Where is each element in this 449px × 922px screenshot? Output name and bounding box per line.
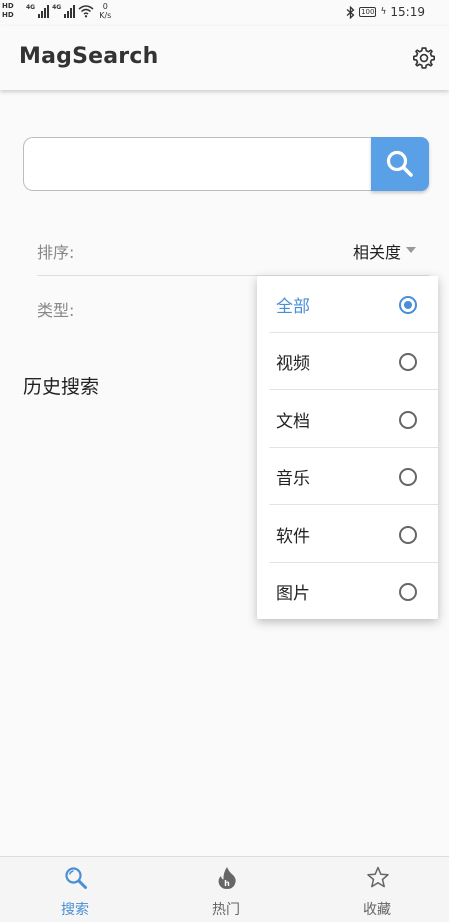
type-option-image[interactable]: 图片 <box>257 563 438 620</box>
status-left: 4G 4G 0 K/s <box>26 2 111 20</box>
option-label: 文档 <box>276 412 310 432</box>
caret-down-icon <box>406 246 416 253</box>
app-bar: MagSearch <box>0 26 449 90</box>
app-title: MagSearch <box>19 44 159 69</box>
search-button[interactable] <box>371 137 429 191</box>
nav-hot[interactable]: h 热门 <box>176 857 276 922</box>
search-icon <box>386 150 413 177</box>
net-speed: 0 K/s <box>99 2 111 20</box>
sort-label: 排序: <box>37 243 75 262</box>
net-speed-unit: K/s <box>99 11 112 20</box>
option-label: 全部 <box>276 297 310 317</box>
radio-icon[interactable] <box>399 525 417 544</box>
sort-dropdown[interactable]: 相关度 <box>353 239 416 263</box>
signal-icon-2 <box>64 4 76 18</box>
star-icon <box>367 866 389 888</box>
option-label: 软件 <box>276 527 310 547</box>
bluetooth-icon <box>346 5 355 19</box>
hd-label-2: HD <box>2 11 14 19</box>
type-label: 类型: <box>37 301 75 320</box>
type-menu: 全部 视频 文档 音乐 软件 图片 <box>257 276 438 619</box>
radio-icon[interactable] <box>399 410 417 429</box>
option-label: 图片 <box>276 584 310 604</box>
option-label: 音乐 <box>276 469 310 489</box>
option-label: 视频 <box>276 354 310 374</box>
history-title: 历史搜索 <box>23 376 100 398</box>
bottom-nav: 搜索 h 热门 收藏 <box>0 856 449 922</box>
status-right: 100 ϟ 15:19 <box>346 5 425 19</box>
type-option-document[interactable]: 文档 <box>257 391 438 448</box>
status-bar: HD HD 4G 4G 0 K/s 100 ϟ 15:19 <box>0 0 449 26</box>
nav-label: 收藏 <box>363 902 391 918</box>
nav-favorites[interactable]: 收藏 <box>327 857 427 922</box>
type-option-all[interactable]: 全部 <box>257 276 438 333</box>
divider <box>269 504 438 505</box>
clock: 15:19 <box>390 5 425 19</box>
signal-icon <box>38 4 50 18</box>
type-option-video[interactable]: 视频 <box>257 333 438 390</box>
battery-icon: 100 <box>359 7 377 17</box>
nav-label: 热门 <box>212 902 240 918</box>
search-bar <box>23 137 429 191</box>
radio-icon[interactable] <box>399 352 417 371</box>
type-option-music[interactable]: 音乐 <box>257 448 438 505</box>
hd-label-1: HD <box>2 2 14 10</box>
nav-search[interactable]: 搜索 <box>25 857 125 922</box>
radio-icon[interactable] <box>399 467 417 486</box>
hd-indicator: HD HD <box>2 2 14 20</box>
radio-selected-icon[interactable] <box>399 295 417 314</box>
nav-label: 搜索 <box>61 902 89 918</box>
net-speed-value: 0 <box>102 2 108 11</box>
svg-text:h: h <box>224 879 230 888</box>
type-option-software[interactable]: 软件 <box>257 506 438 563</box>
radio-icon[interactable] <box>399 582 417 601</box>
gear-icon[interactable] <box>411 45 437 71</box>
search-input[interactable] <box>23 137 375 191</box>
lte-label-2: 4G <box>52 4 62 11</box>
wifi-icon <box>78 5 94 18</box>
divider <box>269 389 438 390</box>
sort-value: 相关度 <box>352 243 401 262</box>
flame-icon: h <box>218 867 236 889</box>
charging-icon: ϟ <box>380 7 387 17</box>
lte-label-1: 4G <box>26 4 36 11</box>
battery-level: 100 <box>361 8 375 16</box>
search-icon <box>65 867 87 889</box>
